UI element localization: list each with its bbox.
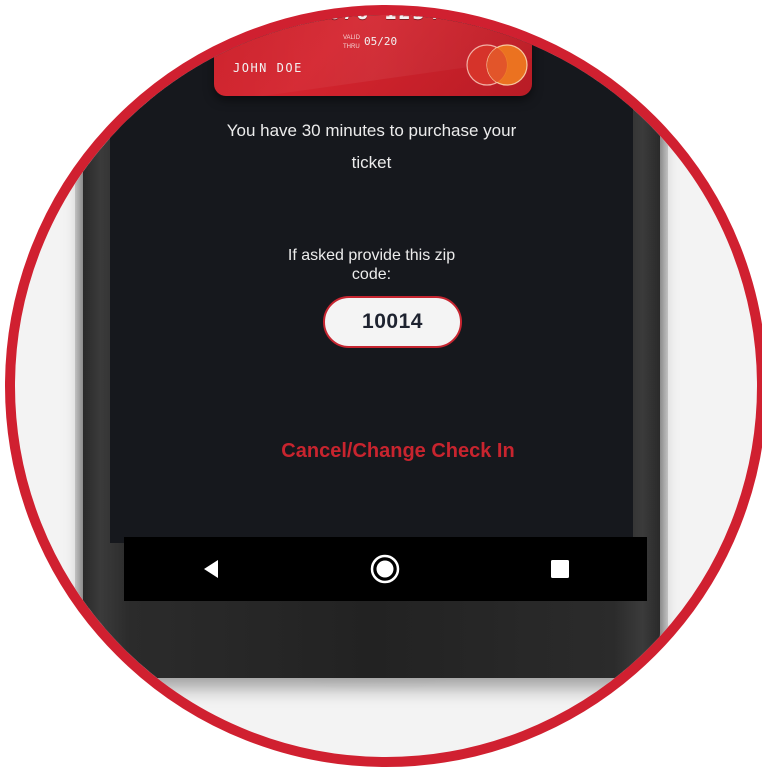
zip-code-value: 10014 [323, 296, 462, 348]
zip-code-label: If asked provide this zip code: [287, 247, 456, 283]
card-valid-thru-label: VALID THRU [343, 35, 360, 50]
mastercard-logo-icon [466, 44, 528, 86]
recents-button[interactable] [540, 549, 580, 589]
card-expiry: 05/20 [364, 35, 398, 48]
card-number: 1234 5678 1234 5678 [244, 5, 511, 24]
home-button[interactable] [365, 549, 405, 589]
back-icon [204, 560, 219, 578]
card-holder-name: JOHN DOE [233, 61, 303, 75]
purchase-time-message: You have 30 minutes to purchase your tic… [226, 121, 517, 172]
credit-card: 1234 5678 1234 5678 VALID THRU 05/20 JOH… [214, 5, 532, 96]
back-button[interactable] [191, 549, 231, 589]
recents-icon [550, 560, 569, 578]
circle-frame: 1234 5678 1234 5678 VALID THRU 05/20 JOH… [5, 5, 762, 767]
android-navigation-bar [124, 537, 647, 601]
home-icon [371, 554, 400, 584]
cancel-change-check-in-link[interactable]: Cancel/Change Check In [110, 440, 686, 463]
